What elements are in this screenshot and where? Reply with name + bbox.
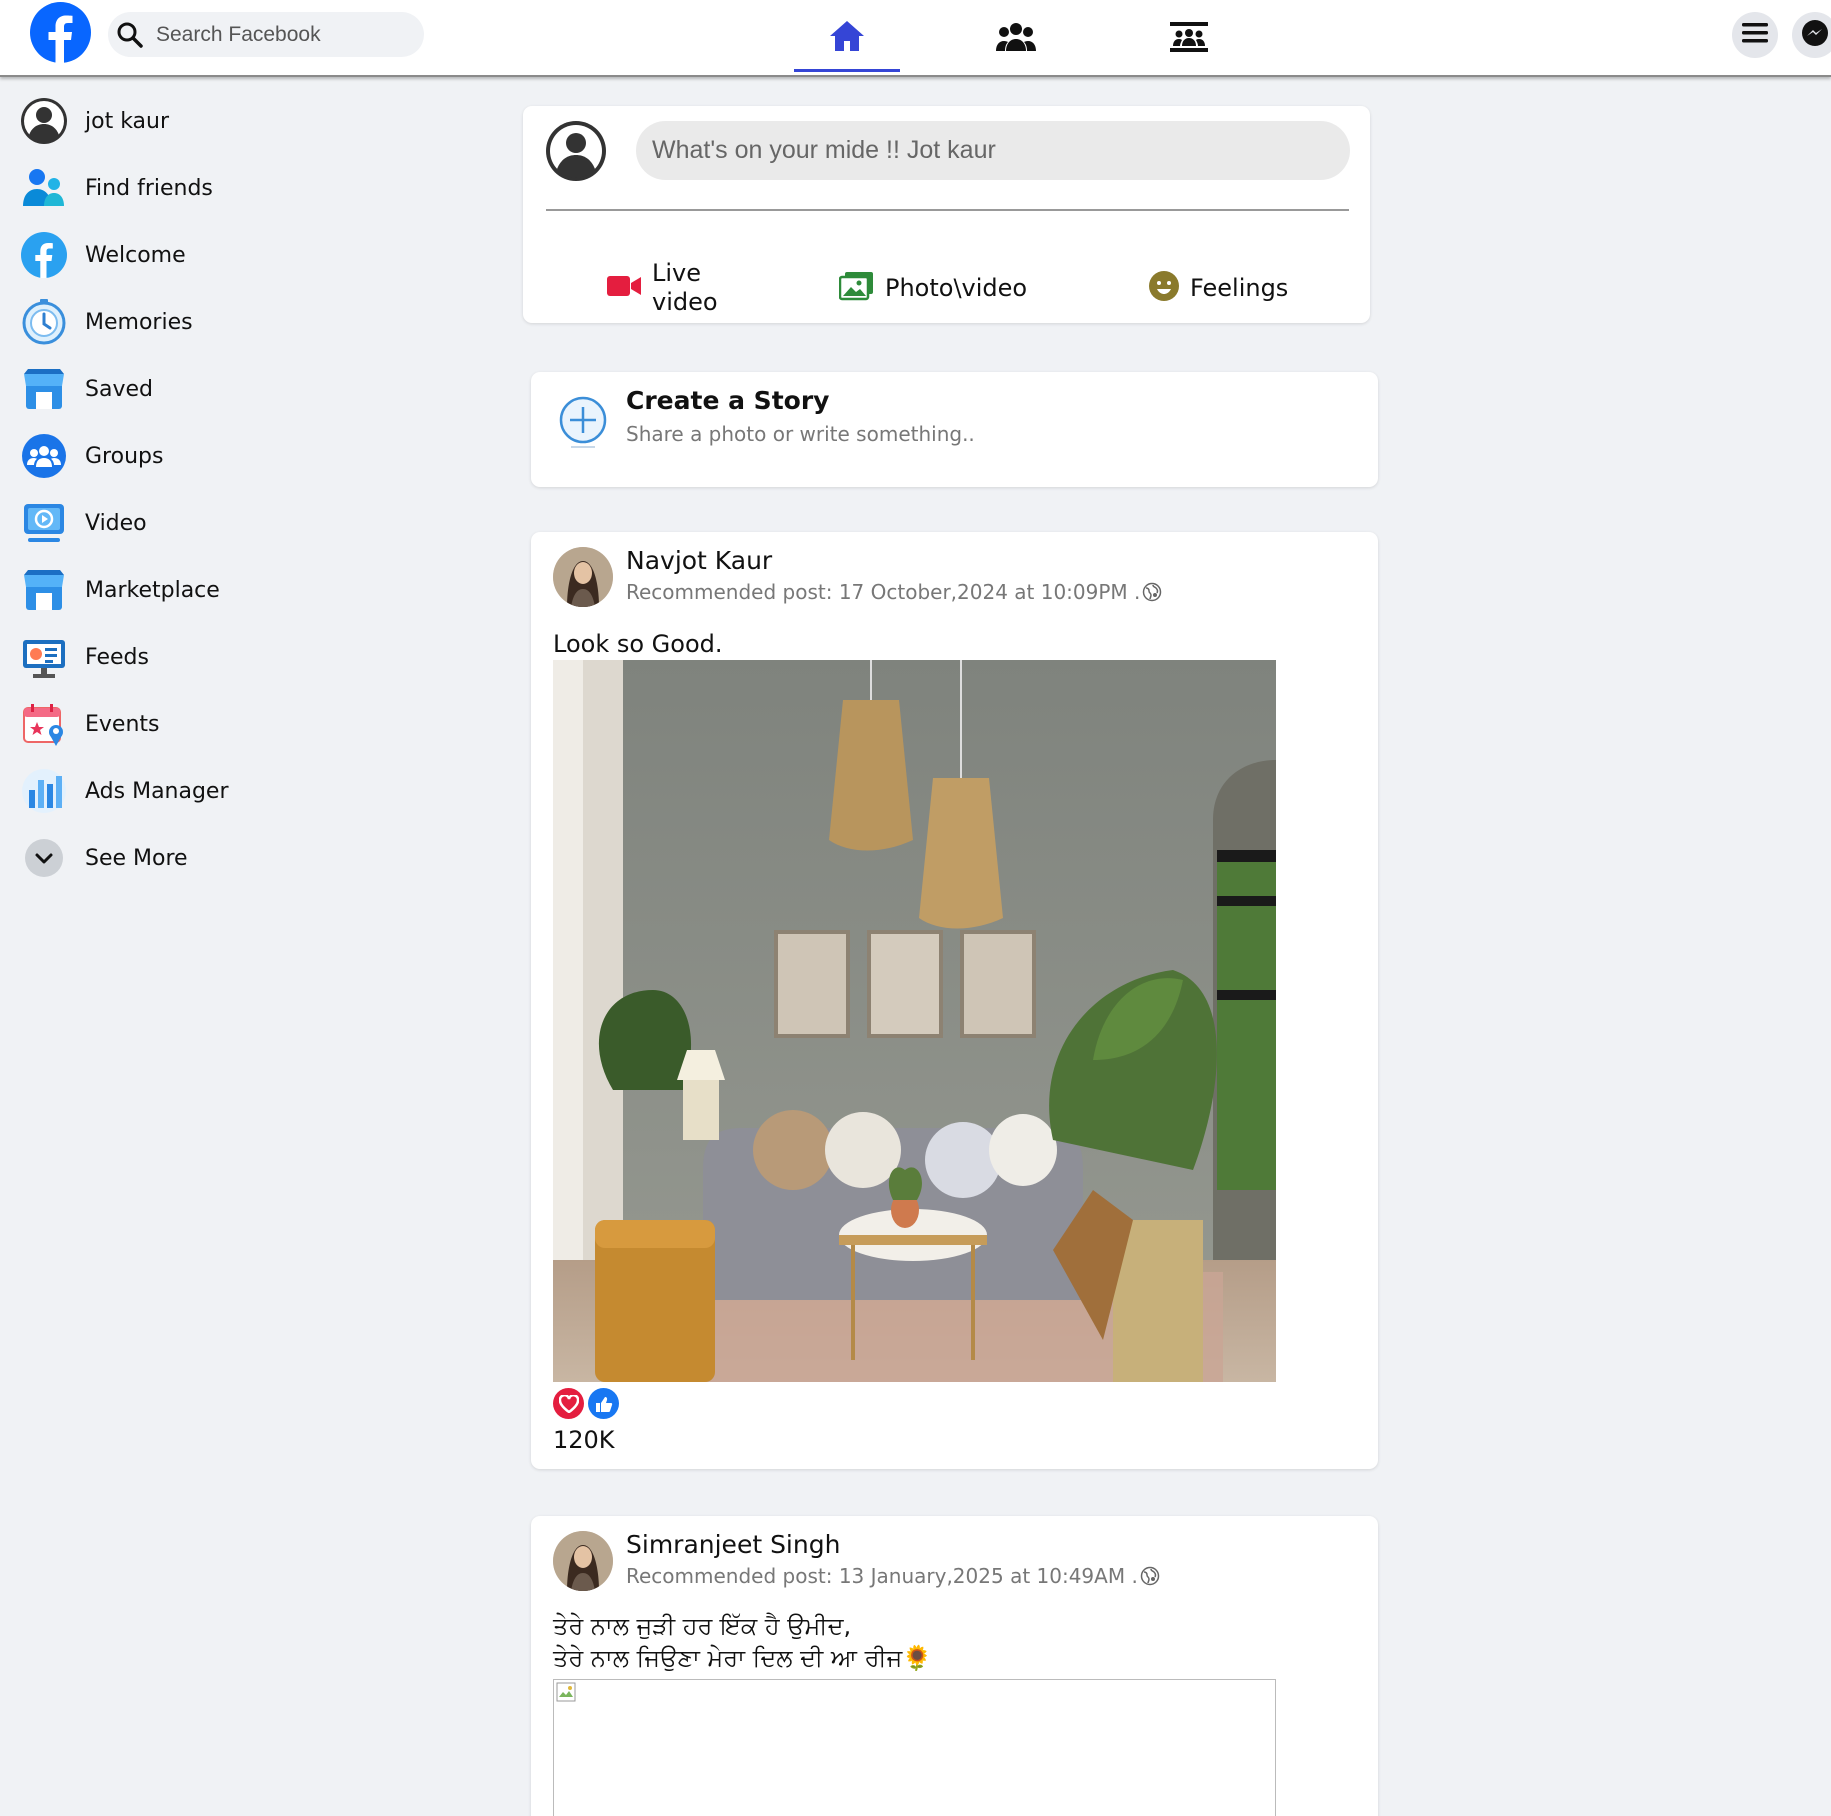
tab-friends[interactable] (963, 6, 1069, 72)
sidebar-item-label: Marketplace (85, 577, 220, 603)
marketplace-store-icon (20, 566, 68, 614)
sidebar-item-label: Find friends (85, 175, 213, 201)
post-timestamp: Recommended post: 13 January,2025 at 10:… (626, 1564, 1138, 1588)
story-title: Create a Story (626, 386, 830, 415)
globe-icon (1142, 582, 1162, 602)
groups-icon (20, 432, 68, 480)
post-timestamp: Recommended post: 17 October,2024 at 10:… (626, 580, 1141, 604)
feed-post: Navjot Kaur Recommended post: 17 October… (531, 532, 1378, 1469)
feed-post: Simranjeet Singh Recommended post: 13 Ja… (531, 1516, 1378, 1816)
messenger-icon (1800, 18, 1830, 52)
post-composer: What's on your mide !! Jot kaur Live vid… (523, 106, 1370, 323)
photo-video-button[interactable]: Photo\video (838, 259, 1028, 317)
broken-image-icon (556, 1682, 578, 1708)
feeling-smile-icon (1148, 270, 1180, 306)
create-story-card[interactable]: Create a Story Share a photo or write so… (531, 372, 1378, 487)
find-friends-icon (20, 164, 68, 212)
sidebar-item-feeds[interactable]: Feeds (20, 628, 440, 686)
globe-icon (1140, 1566, 1160, 1586)
post-photo-broken[interactable] (553, 1679, 1276, 1816)
post-text-line-2: ਤੇਰੇ ਨਾਲ ਜਿਉਣਾ ਮੇਰਾ ਦਿਲ ਦੀ ਆ ਰੀਜ🌻 (553, 1644, 933, 1672)
photo-video-label: Photo\video (885, 273, 1028, 302)
messenger-button[interactable] (1792, 12, 1831, 58)
sidebar-item-video[interactable]: Video (20, 494, 440, 552)
sidebar-item-welcome[interactable]: Welcome (20, 226, 440, 284)
menu-button[interactable] (1732, 12, 1778, 58)
sidebar-item-saved[interactable]: Saved (20, 360, 440, 418)
chevron-down-icon (20, 834, 68, 882)
live-video-label: Live video (652, 259, 718, 316)
feelings-label: Feelings (1190, 273, 1289, 302)
sidebar-item-label: Events (85, 711, 160, 737)
saved-store-icon (20, 365, 68, 413)
post-reactions[interactable] (553, 1388, 623, 1419)
facebook-logo-icon[interactable] (30, 2, 91, 63)
feeds-icon (20, 633, 68, 681)
sidebar-item-find-friends[interactable]: Find friends (20, 159, 440, 217)
home-icon (828, 19, 866, 57)
sidebar-item-label: Feeds (85, 644, 149, 670)
sidebar-item-profile[interactable]: jot kaur (20, 92, 440, 150)
love-react-icon (553, 1388, 584, 1419)
menu-icon (1742, 22, 1768, 48)
sidebar-item-ads-manager[interactable]: Ads Manager (20, 762, 440, 820)
reaction-count: 120K (553, 1426, 615, 1454)
facebook-logo-icon (20, 231, 68, 279)
sidebar-item-label: Video (85, 510, 147, 536)
sidebar-item-see-more[interactable]: See More (20, 829, 440, 887)
sidebar-item-label: Memories (85, 309, 193, 335)
post-photo[interactable] (553, 660, 1276, 1382)
live-video-button[interactable]: Live video (606, 259, 718, 317)
events-calendar-icon (20, 700, 68, 748)
search-input[interactable] (156, 12, 416, 57)
sidebar-item-label: jot kaur (85, 108, 170, 134)
sidebar-item-label: Welcome (85, 242, 186, 268)
author-avatar[interactable] (553, 1531, 613, 1591)
add-story-icon (557, 394, 609, 452)
avatar (546, 121, 606, 181)
post-text-line-1: ਤੇਰੇ ਨਾਲ ਜੁੜੀ ਹਰ ਇੱਕ ਹੈ ਉਮੀਦ, (553, 1612, 852, 1640)
divider (546, 209, 1349, 211)
sidebar-item-label: See More (85, 845, 188, 871)
whats-on-your-mind-input[interactable]: What's on your mide !! Jot kaur (636, 121, 1350, 180)
top-navigation-bar (0, 0, 1831, 77)
tab-home[interactable] (794, 6, 900, 72)
search-box[interactable] (108, 12, 424, 57)
sidebar-item-label: Groups (85, 443, 164, 469)
sidebar-item-label: Ads Manager (85, 778, 229, 804)
profile-avatar-icon (20, 97, 68, 145)
story-subtitle: Share a photo or write something.. (626, 422, 975, 446)
tab-groups[interactable] (1136, 6, 1242, 72)
video-icon (20, 499, 68, 547)
memories-clock-icon (20, 298, 68, 346)
post-text: Look so Good. (553, 630, 723, 658)
photo-icon (838, 271, 875, 305)
sidebar-item-label: Saved (85, 376, 153, 402)
feelings-button[interactable]: Feelings (1148, 259, 1288, 317)
groups-icon (1169, 21, 1209, 57)
sidebar-item-events[interactable]: Events (20, 695, 440, 753)
sidebar-item-groups[interactable]: Groups (20, 427, 440, 485)
live-video-icon (606, 273, 642, 303)
sidebar-item-marketplace[interactable]: Marketplace (20, 561, 440, 619)
post-author[interactable]: Simranjeet Singh (626, 1530, 840, 1559)
friends-icon (996, 21, 1036, 57)
author-avatar[interactable] (553, 547, 613, 607)
like-react-icon (588, 1388, 619, 1419)
post-meta: Recommended post: 13 January,2025 at 10:… (626, 1564, 1160, 1588)
post-meta: Recommended post: 17 October,2024 at 10:… (626, 580, 1162, 604)
sidebar-item-memories[interactable]: Memories (20, 293, 440, 351)
post-author[interactable]: Navjot Kaur (626, 546, 772, 575)
search-icon (116, 21, 144, 49)
ads-manager-chart-icon (20, 767, 68, 815)
